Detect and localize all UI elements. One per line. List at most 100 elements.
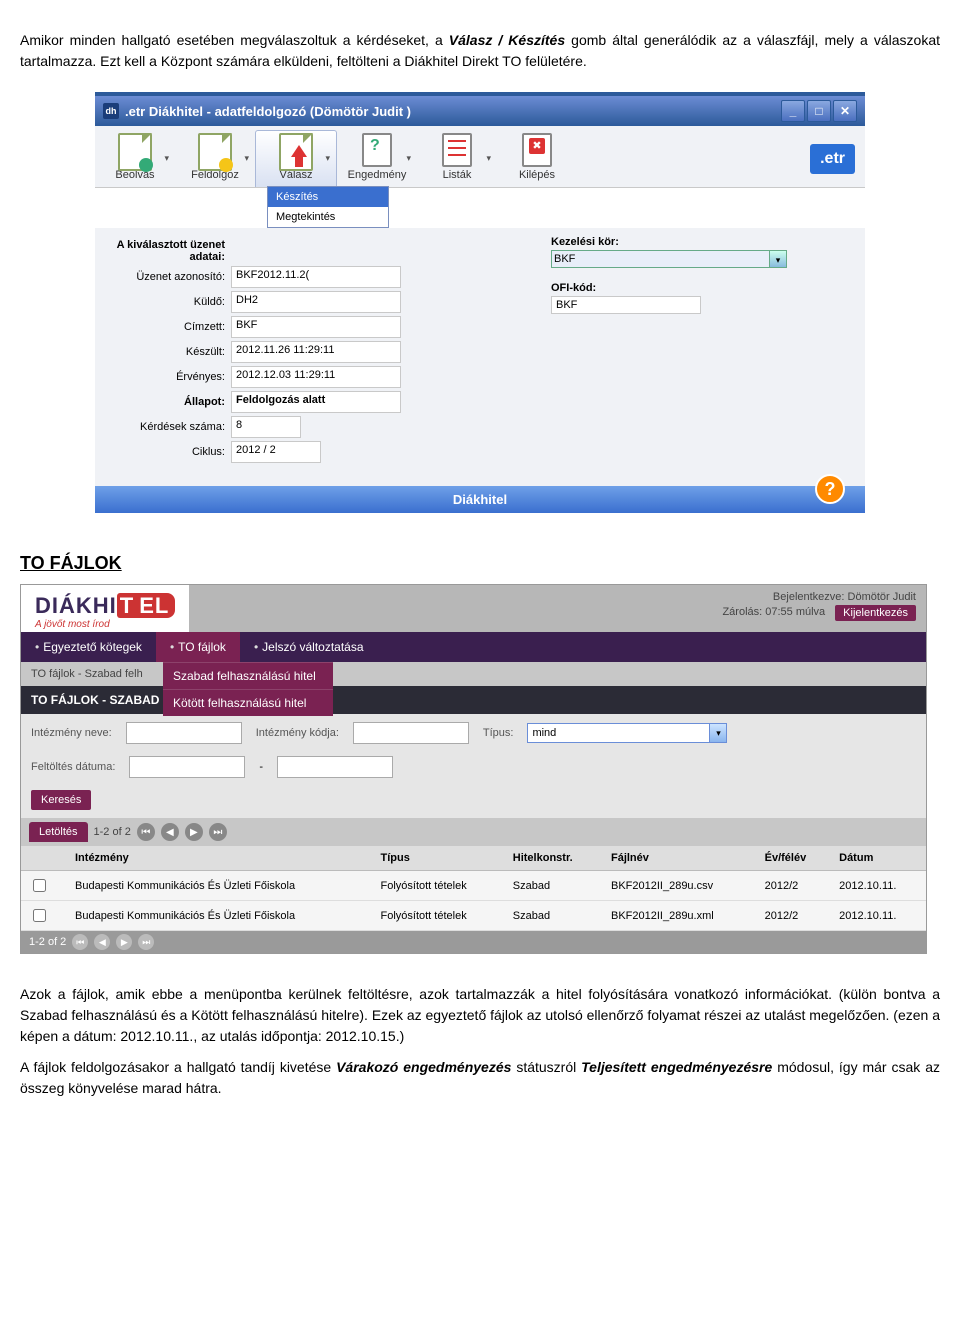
- logout-button[interactable]: Kijelentkezés: [835, 605, 916, 621]
- logo-text: T: [117, 593, 137, 618]
- status-from: Várakozó engedményezés: [336, 1059, 511, 1075]
- intro-paragraph: Amikor minden hallgató esetében megválas…: [20, 30, 940, 72]
- chevron-down-icon: ▾: [406, 153, 411, 164]
- help-icon[interactable]: ?: [815, 474, 845, 504]
- window-footer: Diákhitel ?: [95, 486, 865, 513]
- question-icon: [362, 133, 392, 167]
- date-to-input[interactable]: [277, 756, 393, 778]
- logo-text: EL: [137, 593, 175, 618]
- th-hitelkonstr: Hitelkonstr.: [505, 846, 603, 871]
- label: Egyeztető kötegek: [43, 640, 142, 654]
- label: Kilépés: [519, 169, 555, 181]
- valasz-button[interactable]: Válasz ▾: [255, 130, 337, 187]
- etr-logo: .etr: [810, 144, 855, 174]
- kezelesi-kor-select[interactable]: BKF ▾: [551, 250, 787, 268]
- th-intezmeny: Intézmény: [67, 846, 373, 871]
- submenu-kotott[interactable]: Kötött felhasználású hitel: [163, 689, 333, 716]
- arrow-up-icon: [291, 137, 307, 157]
- cell-evfelev: 2012/2: [757, 901, 832, 931]
- valasz-keszites-strong: Válasz / Készítés: [449, 32, 565, 48]
- pager-next-icon[interactable]: ▶: [185, 823, 203, 841]
- kerdesek-value: 8: [231, 416, 301, 438]
- dh-header: DIÁKHITEL A jövőt most írod Bejelentkezv…: [21, 585, 926, 632]
- nav-jelszo[interactable]: •Jelszó változtatása: [240, 632, 378, 662]
- pager-first-icon[interactable]: ⏮: [137, 823, 155, 841]
- ofi-kod-value: BKF: [551, 296, 701, 314]
- row-checkbox[interactable]: [33, 909, 46, 922]
- valasz-dropdown: Készítés Megtekintés: [267, 186, 389, 228]
- logged-in-label: Bejelentkezve: Dömötör Judit: [773, 591, 916, 603]
- ervenyes-value: 2012.12.03 11:29:11: [231, 366, 401, 388]
- label: Engedmény: [348, 169, 407, 181]
- search-button[interactable]: Keresés: [31, 790, 91, 810]
- submenu-szabad[interactable]: Szabad felhasználású hitel: [163, 662, 333, 689]
- allapot-value: Feldolgozás alatt: [231, 391, 401, 413]
- pager-next-icon[interactable]: ▶: [116, 934, 132, 950]
- intezmeny-kodja-input[interactable]: [353, 722, 469, 744]
- row-checkbox[interactable]: [33, 879, 46, 892]
- diakhitel-logo: DIÁKHITEL A jövőt most írod: [21, 585, 189, 632]
- status-paragraph: A fájlok feldolgozásakor a hallgató tand…: [20, 1057, 940, 1099]
- chevron-down-icon: ▾: [244, 153, 249, 164]
- diakhitel-web-screenshot: DIÁKHITEL A jövőt most írod Bejelentkezv…: [20, 584, 927, 954]
- section-label: A kiválasztott üzenet adatai:: [105, 239, 231, 263]
- maximize-button[interactable]: □: [807, 100, 831, 122]
- to-fajlok-submenu: Szabad felhasználású hitel Kötött felhas…: [163, 662, 333, 716]
- megtekintes-item[interactable]: Megtekintés: [268, 207, 388, 227]
- chevron-down-icon: ▾: [486, 153, 491, 164]
- uzenet-label: Üzenet azonosító:: [105, 271, 231, 283]
- kilepes-button[interactable]: Kilépés: [497, 131, 577, 187]
- intezmeny-neve-label: Intézmény neve:: [31, 727, 112, 739]
- cell-hitelkonstr: Szabad: [505, 901, 603, 931]
- toolbar: Beolvas ▾ Feldolgoz ▾ Válasz ▾ Engedmény…: [95, 126, 865, 188]
- beolvas-button[interactable]: Beolvas ▾: [95, 131, 175, 187]
- message-details: A kiválasztott üzenet adatai: Üzenet azo…: [95, 228, 865, 486]
- keszult-value: 2012.11.26 11:29:11: [231, 341, 401, 363]
- text: státuszról: [516, 1059, 581, 1075]
- text: A fájlok feldolgozásakor a hallgató tand…: [20, 1059, 336, 1075]
- th-fajlnev: Fájlnév: [603, 846, 757, 871]
- feldolgoz-button[interactable]: Feldolgoz ▾: [175, 131, 255, 187]
- table-row: Budapesti Kommunikációs És Üzleti Főisko…: [21, 901, 926, 931]
- cell-fajlnev: BKF2012II_289u.xml: [603, 901, 757, 931]
- pager-prev-icon[interactable]: ◀: [94, 934, 110, 950]
- nav-egyezteto-kotegek[interactable]: •Egyeztető kötegek: [21, 632, 156, 662]
- engedmeny-button[interactable]: Engedmény ▾: [337, 131, 417, 187]
- cell-intezmeny: Budapesti Kommunikációs És Üzleti Főisko…: [67, 901, 373, 931]
- th-evfelev: Év/félév: [757, 846, 832, 871]
- kezelesi-kor-value: BKF: [554, 253, 575, 265]
- right-column: Kezelési kör: BKF ▾ OFI-kód: BKF: [551, 236, 787, 466]
- keszites-item[interactable]: Készítés: [268, 187, 388, 207]
- th-tipus: Típus: [373, 846, 505, 871]
- close-button[interactable]: ✕: [833, 100, 857, 122]
- table-row: Budapesti Kommunikációs És Üzleti Főisko…: [21, 871, 926, 901]
- window-title: .etr Diákhitel - adatfeldolgozó (Dömötör…: [125, 104, 411, 119]
- listak-button[interactable]: Listák ▾: [417, 131, 497, 187]
- kuldo-value: DH2: [231, 291, 401, 313]
- pager-bottom: 1-2 of 2 ⏮ ◀ ▶ ⏭: [21, 931, 926, 953]
- tipus-label: Típus:: [483, 727, 514, 739]
- pager-top: Letöltés 1-2 of 2 ⏮ ◀ ▶ ⏭: [21, 818, 926, 846]
- main-nav: •Egyeztető kötegek •TO fájlok •Jelszó vá…: [21, 632, 926, 662]
- pager-prev-icon[interactable]: ◀: [161, 823, 179, 841]
- letoltes-tab[interactable]: Letöltés: [29, 822, 88, 842]
- pager-last-icon[interactable]: ⏭: [138, 934, 154, 950]
- chevron-down-icon: ▾: [164, 153, 169, 164]
- pager-first-icon[interactable]: ⏮: [72, 934, 88, 950]
- cell-fajlnev: BKF2012II_289u.csv: [603, 871, 757, 901]
- minimize-button[interactable]: _: [781, 100, 805, 122]
- pager-last-icon[interactable]: ⏭: [209, 823, 227, 841]
- tipus-select[interactable]: mind ▾: [527, 723, 727, 743]
- files-table: Intézmény Típus Hitelkonstr. Fájlnév Év/…: [21, 846, 926, 931]
- ciklus-label: Ciklus:: [105, 446, 231, 458]
- pager-info: 1-2 of 2: [94, 826, 131, 838]
- cimzett-value: BKF: [231, 316, 401, 338]
- section-heading-to-fajlok: TO FÁJLOK: [20, 553, 940, 574]
- date-from-input[interactable]: [129, 756, 245, 778]
- intezmeny-kodja-label: Intézmény kódja:: [256, 727, 339, 739]
- ciklus-value: 2012 / 2: [231, 441, 321, 463]
- page-band: TO FÁJLOK - SZABAD FELHASZNÁLÁSÚ HITEL: [21, 686, 926, 714]
- intezmeny-neve-input[interactable]: [126, 722, 242, 744]
- nav-to-fajlok[interactable]: •TO fájlok: [156, 632, 240, 662]
- text: Azok a fájlok, amik ebbe a menüpontba ke…: [20, 986, 940, 1044]
